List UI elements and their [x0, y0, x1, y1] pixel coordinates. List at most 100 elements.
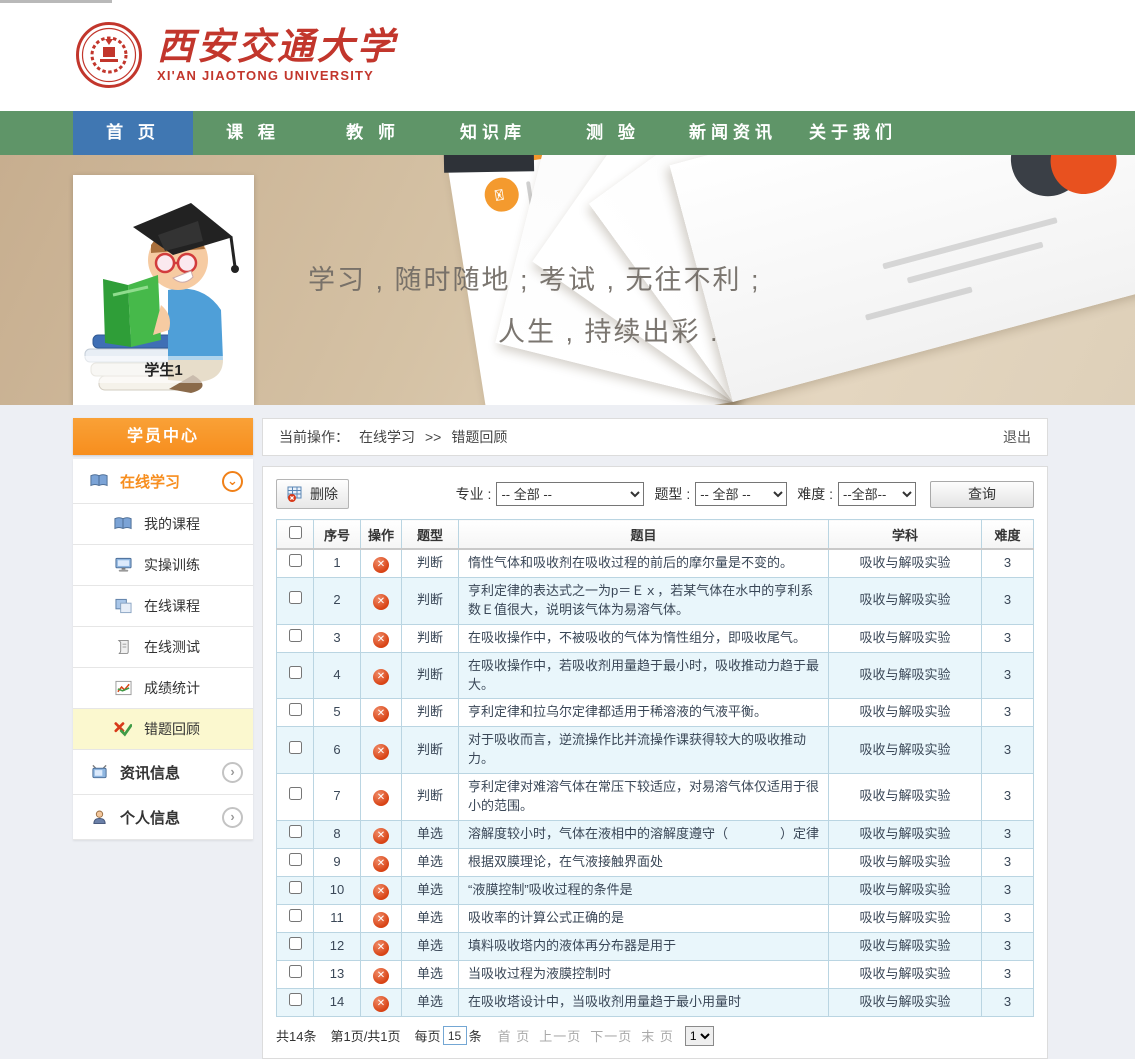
- table-header-row: 序号 操作 题型 题目 学科 难度: [277, 520, 1034, 550]
- row-index: 9: [314, 848, 361, 876]
- sidebar-item-online-test[interactable]: 在线测试: [73, 627, 253, 668]
- monitor-icon: [113, 555, 133, 575]
- breadcrumb-current: 错题回顾: [451, 427, 507, 447]
- per-page-input[interactable]: [443, 1026, 467, 1045]
- row-checkbox[interactable]: [289, 787, 302, 800]
- row-checkbox[interactable]: [289, 881, 302, 894]
- question-subject: 吸收与解吸实验: [829, 960, 982, 988]
- table-row: 9✕单选根据双膜理论，在气液接触界面处吸收与解吸实验3: [277, 848, 1034, 876]
- delete-question-icon[interactable]: ✕: [373, 884, 389, 900]
- row-checkbox[interactable]: [289, 591, 302, 604]
- student-name-label: 学生1: [73, 356, 254, 383]
- delete-question-icon[interactable]: ✕: [373, 828, 389, 844]
- pagination-link-prev[interactable]: 上一页: [539, 1029, 581, 1044]
- difficulty-select[interactable]: --全部--: [838, 482, 916, 506]
- sidebar-item-my-courses[interactable]: 我的课程: [73, 504, 253, 545]
- delete-question-icon[interactable]: ✕: [373, 632, 389, 648]
- question-type: 判断: [402, 652, 459, 699]
- sidebar-item-label: 资讯信息: [120, 762, 180, 783]
- delete-question-icon[interactable]: ✕: [373, 744, 389, 760]
- university-name-cn: 西安交通大学: [157, 27, 397, 66]
- delete-button[interactable]: 删除: [276, 479, 349, 509]
- sidebar-item-label: 在线测试: [144, 637, 200, 657]
- row-index: 5: [314, 699, 361, 727]
- row-checkbox[interactable]: [289, 825, 302, 838]
- delete-question-icon[interactable]: ✕: [373, 594, 389, 610]
- question-difficulty: 3: [982, 699, 1034, 727]
- delete-question-icon[interactable]: ✕: [373, 996, 389, 1012]
- question-text: 根据双膜理论，在气液接触界面处: [459, 848, 829, 876]
- student-profile-card: 学生1: [73, 175, 254, 405]
- open-book-icon: [113, 514, 133, 534]
- university-seal-icon: [75, 21, 143, 89]
- question-type: 单选: [402, 820, 459, 848]
- row-checkbox[interactable]: [289, 629, 302, 642]
- row-checkbox[interactable]: [289, 937, 302, 950]
- row-index: 3: [314, 624, 361, 652]
- row-checkbox[interactable]: [289, 703, 302, 716]
- row-checkbox[interactable]: [289, 741, 302, 754]
- delete-question-icon[interactable]: ✕: [373, 790, 389, 806]
- per-page-suffix: 条: [469, 1026, 482, 1045]
- delete-button-label: 删除: [310, 484, 338, 504]
- select-all-checkbox[interactable]: [289, 526, 302, 539]
- sidebar-item-label: 实操训练: [144, 555, 200, 575]
- pagination-total: 共14条: [276, 1026, 316, 1045]
- question-difficulty: 3: [982, 988, 1034, 1016]
- pagination-link-first[interactable]: 首 页: [498, 1029, 531, 1044]
- question-difficulty: 3: [982, 932, 1034, 960]
- pagination-link-last[interactable]: 末 页: [641, 1029, 674, 1044]
- row-index: 11: [314, 904, 361, 932]
- university-name-en: XI'AN JIAOTONG UNIVERSITY: [157, 68, 397, 83]
- sidebar-item-personal-info[interactable]: 个人信息›: [73, 795, 253, 840]
- sidebar-item-score-statistics[interactable]: 成绩统计: [73, 668, 253, 709]
- sidebar-item-wrong-question-review[interactable]: 错题回顾: [73, 709, 253, 750]
- browser-artifact-bar: [0, 0, 112, 3]
- pagination-link-next[interactable]: 下一页: [590, 1029, 632, 1044]
- delete-question-icon[interactable]: ✕: [373, 706, 389, 722]
- delete-question-icon[interactable]: ✕: [373, 968, 389, 984]
- nav-item-knowledge-base[interactable]: 知识库: [433, 111, 553, 155]
- question-difficulty: 3: [982, 820, 1034, 848]
- sidebar-item-label: 我的课程: [144, 514, 200, 534]
- delete-question-icon[interactable]: ✕: [373, 940, 389, 956]
- question-difficulty: 3: [982, 876, 1034, 904]
- delete-question-icon[interactable]: ✕: [373, 669, 389, 685]
- site-header: 西安交通大学 XI'AN JIAOTONG UNIVERSITY: [0, 0, 1135, 111]
- delete-question-icon[interactable]: ✕: [373, 912, 389, 928]
- question-type: 单选: [402, 848, 459, 876]
- row-checkbox[interactable]: [289, 965, 302, 978]
- question-type-select[interactable]: -- 全部 --: [695, 482, 787, 506]
- delete-question-icon[interactable]: ✕: [373, 856, 389, 872]
- nav-item-tests[interactable]: 测 验: [553, 111, 673, 155]
- sidebar-item-news-info[interactable]: 资讯信息›: [73, 750, 253, 795]
- sidebar-item-online-learning[interactable]: 在线学习⌄: [73, 459, 253, 504]
- row-index: 13: [314, 960, 361, 988]
- nav-item-courses[interactable]: 课 程: [193, 111, 313, 155]
- banner-circle-icon: ✉: [480, 173, 523, 216]
- question-subject: 吸收与解吸实验: [829, 652, 982, 699]
- breadcrumb-section[interactable]: 在线学习: [359, 427, 415, 447]
- delete-question-icon[interactable]: ✕: [373, 557, 389, 573]
- filter-label: 难度 :: [797, 484, 833, 504]
- row-checkbox[interactable]: [289, 554, 302, 567]
- row-checkbox[interactable]: [289, 666, 302, 679]
- sidebar-item-online-courses[interactable]: 在线课程: [73, 586, 253, 627]
- sidebar-item-practical-training[interactable]: 实操训练: [73, 545, 253, 586]
- row-checkbox[interactable]: [289, 993, 302, 1006]
- row-checkbox[interactable]: [289, 909, 302, 922]
- nav-item-about-us[interactable]: 关于我们: [793, 111, 913, 155]
- filter-difficulty: 难度 :--全部--: [797, 482, 916, 506]
- row-checkbox[interactable]: [289, 853, 302, 866]
- nav-item-news[interactable]: 新闻资讯: [673, 111, 793, 155]
- row-index: 1: [314, 549, 361, 578]
- nav-item-teachers[interactable]: 教 师: [313, 111, 433, 155]
- logout-link[interactable]: 退出: [1003, 427, 1031, 447]
- page-select[interactable]: 1: [685, 1026, 714, 1046]
- question-difficulty: 3: [982, 848, 1034, 876]
- query-button[interactable]: 查询: [930, 481, 1034, 508]
- nav-item-home[interactable]: 首 页: [73, 111, 193, 155]
- question-difficulty: 3: [982, 904, 1034, 932]
- filter-label: 专业 :: [456, 484, 492, 504]
- major-select[interactable]: -- 全部 --: [496, 482, 644, 506]
